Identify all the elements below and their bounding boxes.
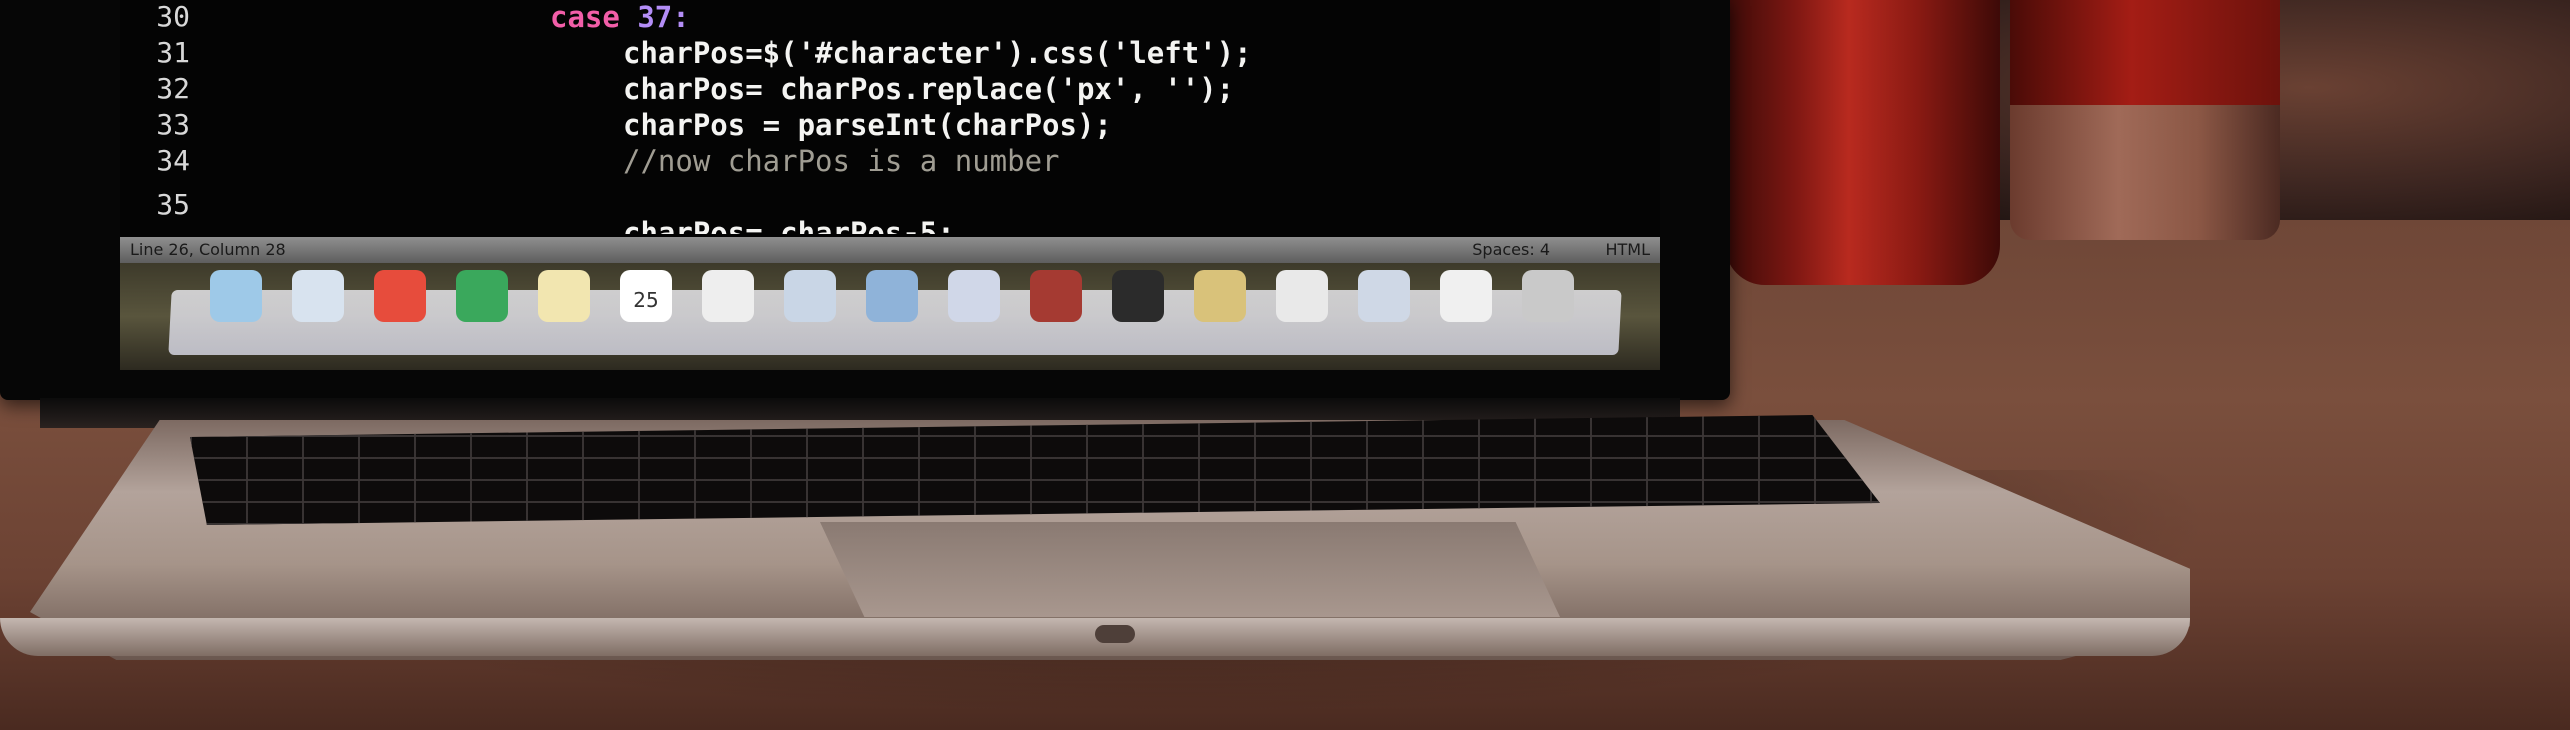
chrome-icon[interactable] (374, 270, 426, 322)
cursor-position: Line 26, Column 28 (130, 240, 286, 259)
photo-scene: 30 case 37: 31 charPos=$('#character').c… (0, 0, 2570, 730)
app-icon-3[interactable] (1358, 270, 1410, 322)
drive-icon[interactable] (456, 270, 508, 322)
terminal-icon[interactable] (1112, 270, 1164, 322)
code-text: charPos= charPos-5; (623, 216, 955, 234)
code-line: 33 charPos = parseInt(charPos); (120, 108, 1660, 142)
trackpad[interactable] (820, 522, 1560, 617)
notes-icon[interactable] (538, 270, 590, 322)
cup-band (2010, 0, 2280, 105)
photos-icon[interactable] (784, 270, 836, 322)
code-line: 34 //now charPos is a number (120, 144, 1660, 178)
calendar-icon[interactable]: 25 (620, 270, 672, 322)
mail-icon[interactable] (292, 270, 344, 322)
trash-icon[interactable] (1522, 270, 1574, 322)
red-can (1725, 0, 2000, 285)
line-number: 34 (156, 144, 190, 177)
code-text: case 37: (550, 0, 690, 34)
downloads-icon[interactable] (1440, 270, 1492, 322)
code-line: 30 case 37: (120, 0, 1660, 34)
code-line: 31 charPos=$('#character').css('left'); (120, 36, 1660, 70)
syntax-mode[interactable]: HTML (1605, 240, 1650, 259)
code-line-partial: charPos= charPos-5; (120, 214, 1660, 234)
indent-setting[interactable]: Spaces: 4 (1472, 240, 1550, 259)
line-number: 33 (156, 108, 190, 141)
code-line: 32 charPos= charPos.replace('px', ''); (120, 72, 1660, 106)
editor-status-bar: Line 26, Column 28 Spaces: 4 HTML (120, 237, 1660, 263)
preview-icon[interactable] (1194, 270, 1246, 322)
line-number: 31 (156, 36, 190, 69)
line-number: 32 (156, 72, 190, 105)
laptop-lid: 30 case 37: 31 charPos=$('#character').c… (0, 0, 1730, 400)
code-text: charPos = parseInt(charPos); (623, 108, 1112, 142)
code-editor[interactable]: 30 case 37: 31 charPos=$('#character').c… (120, 0, 1660, 234)
code-text: charPos=$('#character').css('left'); (623, 36, 1252, 70)
itunes-icon[interactable] (948, 270, 1000, 322)
app-icon-2[interactable] (1276, 270, 1328, 322)
lid-notch (1095, 625, 1135, 643)
textedit-icon[interactable] (702, 270, 754, 322)
code-text: charPos= charPos.replace('px', ''); (623, 72, 1235, 106)
line-number: 30 (156, 0, 190, 33)
code-comment: //now charPos is a number (623, 144, 1060, 178)
app-icon[interactable] (1030, 270, 1082, 322)
safari-icon[interactable] (866, 270, 918, 322)
finder-icon[interactable] (210, 270, 262, 322)
laptop-screen: 30 case 37: 31 charPos=$('#character').c… (120, 0, 1660, 370)
